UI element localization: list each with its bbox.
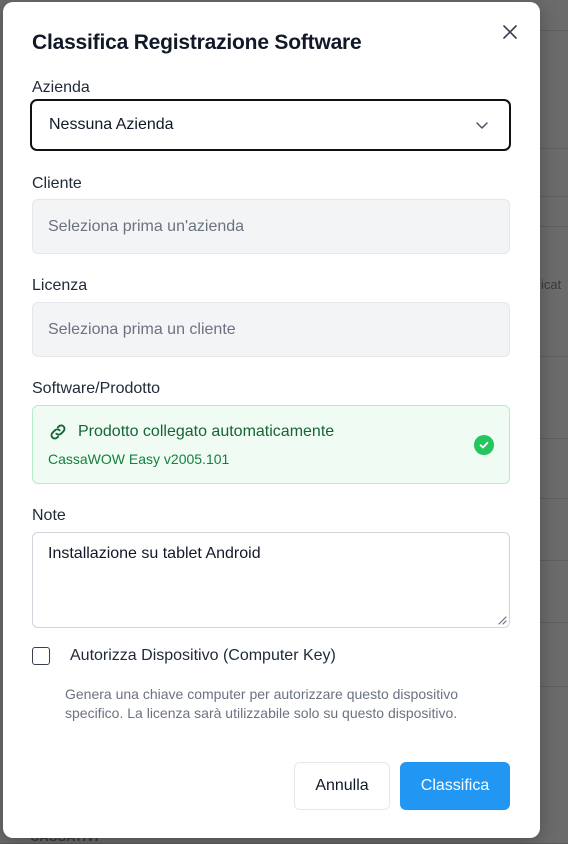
azienda-label: Azienda — [32, 79, 90, 96]
chevron-down-icon — [476, 122, 488, 129]
classify-button[interactable]: Classifica — [400, 762, 510, 810]
azienda-selected-value: Nessuna Azienda — [49, 116, 174, 133]
background-divider — [540, 148, 568, 149]
background-divider — [540, 226, 568, 227]
background-divider — [540, 498, 568, 499]
background-divider — [540, 438, 568, 439]
background-text: icat — [541, 277, 562, 292]
check-circle-icon — [474, 435, 494, 455]
cliente-select[interactable]: Seleziona prima un'azienda — [32, 199, 510, 254]
background-divider — [540, 356, 568, 357]
background-divider — [540, 622, 568, 623]
modal-title: Classifica Registrazione Software — [32, 31, 362, 54]
cancel-button[interactable]: Annulla — [294, 762, 390, 810]
background-divider — [540, 196, 568, 197]
azienda-select[interactable]: Nessuna Azienda — [30, 99, 511, 151]
cliente-label: Cliente — [32, 175, 82, 192]
note-textarea[interactable]: Installazione su tablet Android — [32, 532, 510, 628]
background-divider — [540, 30, 568, 31]
link-icon — [50, 424, 66, 440]
cliente-placeholder: Seleziona prima un'azienda — [48, 217, 245, 235]
background-divider — [540, 686, 568, 687]
resize-handle-icon[interactable] — [497, 615, 507, 625]
authorize-device-label[interactable]: Autorizza Dispositivo (Computer Key) — [70, 647, 336, 665]
software-label: Software/Prodotto — [32, 380, 161, 397]
linked-status-text: Prodotto collegato automaticamente — [78, 423, 335, 440]
licenza-label: Licenza — [32, 277, 88, 294]
product-name: CassaWOW Easy v2005.101 — [48, 451, 230, 467]
close-button[interactable] — [500, 22, 520, 42]
licenza-select[interactable]: Seleziona prima un cliente — [32, 302, 510, 357]
close-icon — [503, 25, 517, 39]
linked-product-panel: Prodotto collegato automaticamente Cassa… — [32, 405, 510, 484]
classify-modal: Classifica Registrazione Software Aziend… — [3, 2, 540, 838]
licenza-placeholder: Seleziona prima un cliente — [48, 320, 236, 338]
authorize-help-text: Genera una chiave computer per autorizza… — [65, 686, 458, 721]
note-value: Installazione su tablet Android — [48, 545, 261, 562]
authorize-device-checkbox[interactable] — [32, 647, 50, 665]
note-label: Note — [32, 507, 66, 524]
background-divider — [540, 560, 568, 561]
